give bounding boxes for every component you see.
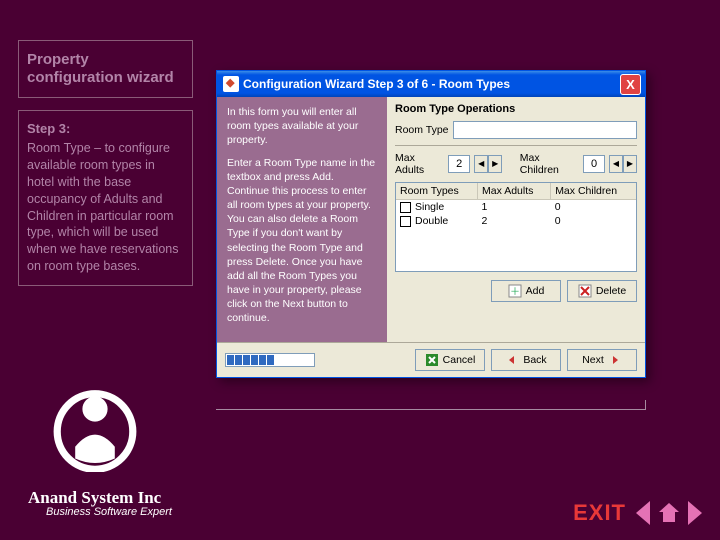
adults-increment-icon[interactable]: ▶ <box>488 155 502 173</box>
table-row[interactable]: Single 1 0 <box>396 200 636 215</box>
checkbox-icon[interactable] <box>400 202 411 213</box>
help-pane: In this form you will enter all room typ… <box>217 97 387 342</box>
company-tagline: Business Software Expert <box>28 506 172 518</box>
next-icon <box>608 353 622 367</box>
max-children-input[interactable] <box>583 155 605 173</box>
col-max-adults[interactable]: Max Adults <box>478 183 551 200</box>
help-text-1: In this form you will enter all room typ… <box>227 105 377 148</box>
checkbox-icon[interactable] <box>400 216 411 227</box>
max-children-label: Max Children <box>520 152 579 176</box>
form-pane: Room Type Operations Room Type Max Adult… <box>387 97 645 342</box>
delete-button[interactable]: Delete <box>567 280 637 302</box>
window-title: Configuration Wizard Step 3 of 6 - Room … <box>243 77 620 91</box>
company-name: Anand System Inc <box>28 488 172 508</box>
step-description-box: Step 3: Room Type – to configure availab… <box>18 110 193 286</box>
window-app-icon <box>223 76 239 92</box>
table-row[interactable]: Double 2 0 <box>396 214 636 228</box>
exit-button[interactable]: EXIT <box>573 500 626 526</box>
add-button[interactable]: ＋ Add <box>491 280 561 302</box>
room-type-label: Room Type <box>395 124 449 136</box>
nav-home-icon[interactable] <box>657 501 681 525</box>
col-room-types[interactable]: Room Types <box>396 183 478 200</box>
company-logo-icon <box>50 382 140 472</box>
svg-text:＋: ＋ <box>510 287 520 298</box>
close-icon[interactable]: X <box>620 74 641 95</box>
cancel-icon <box>425 353 439 367</box>
add-icon: ＋ <box>508 284 522 298</box>
delete-icon <box>578 284 592 298</box>
room-type-input[interactable] <box>453 121 638 139</box>
back-button[interactable]: Back <box>491 349 561 371</box>
col-max-children[interactable]: Max Children <box>551 183 636 200</box>
nav-prev-icon[interactable] <box>636 501 650 525</box>
footer: Anand System Inc Business Software Exper… <box>28 488 172 518</box>
section-heading: Room Type Operations <box>395 103 637 115</box>
adults-decrement-icon[interactable]: ◀ <box>474 155 488 173</box>
left-panel: Property configuration wizard Step 3: Ro… <box>18 40 193 286</box>
max-adults-input[interactable] <box>448 155 470 173</box>
bottom-nav: EXIT <box>573 500 702 526</box>
room-types-table[interactable]: Room Types Max Adults Max Children Singl… <box>395 182 637 272</box>
help-text-2: Enter a Room Type name in the textbox an… <box>227 156 377 326</box>
next-button[interactable]: Next <box>567 349 637 371</box>
back-icon <box>505 353 519 367</box>
step-label: Step 3: <box>27 121 184 136</box>
step-body: Room Type – to configure available room … <box>27 140 184 275</box>
wizard-title: Property configuration wizard <box>27 51 184 87</box>
max-adults-label: Max Adults <box>395 152 444 176</box>
cancel-button[interactable]: Cancel <box>415 349 485 371</box>
config-wizard-window: Configuration Wizard Step 3 of 6 - Room … <box>216 70 646 378</box>
window-titlebar[interactable]: Configuration Wizard Step 3 of 6 - Room … <box>217 71 645 97</box>
app-shadow-line <box>216 400 646 410</box>
window-footer: Cancel Back Next <box>217 342 645 377</box>
progress-bar <box>225 353 315 367</box>
wizard-title-box: Property configuration wizard <box>18 40 193 98</box>
separator <box>395 145 637 146</box>
children-decrement-icon[interactable]: ◀ <box>609 155 623 173</box>
children-increment-icon[interactable]: ▶ <box>623 155 637 173</box>
nav-next-icon[interactable] <box>688 501 702 525</box>
